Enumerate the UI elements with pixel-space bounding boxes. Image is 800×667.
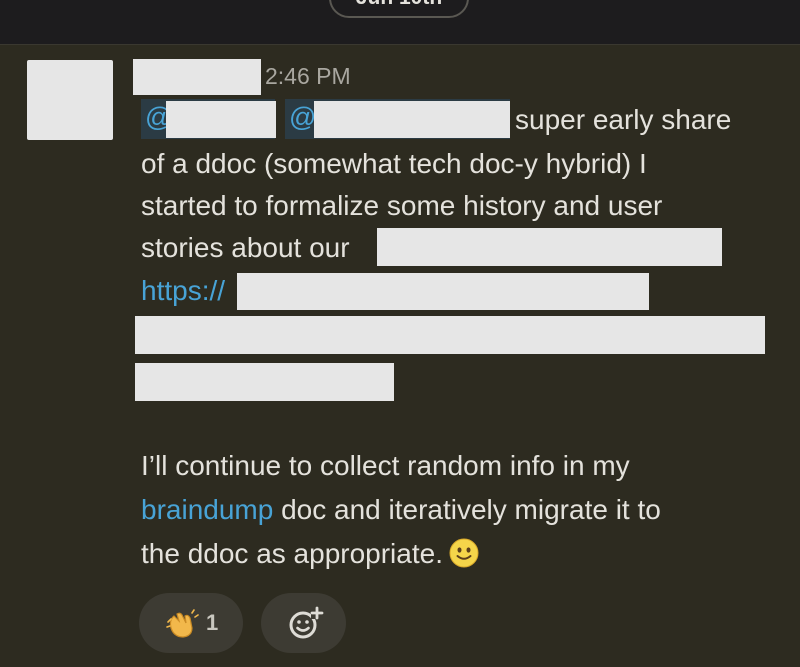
message-text-para2-line-3: the ddoc as appropriate.: [141, 534, 479, 574]
redacted-link-url-3: [135, 363, 394, 401]
message-link[interactable]: https://: [141, 271, 225, 311]
message-text-span: the ddoc as appropriate.: [141, 538, 443, 569]
sender-name-redacted[interactable]: [133, 59, 261, 95]
date-divider-pill[interactable]: Jun 10th: [329, 0, 469, 18]
reaction-clap-button[interactable]: [139, 593, 243, 653]
message-text-line-4: stories about our: [141, 232, 350, 263]
message-timestamp[interactable]: 2:46 PM: [265, 60, 351, 92]
message-text-para2-line-2: braindump doc and iteratively migrate it…: [141, 490, 661, 530]
mention-2-redacted: [314, 101, 510, 138]
add-reaction-icon: [289, 606, 324, 639]
redacted-link-url-2: [135, 316, 765, 354]
redacted-text-1: [377, 228, 722, 266]
slightly-smiling-face-icon: [449, 538, 479, 568]
mention-at-symbol: @: [289, 102, 317, 132]
message-text-line-3: started to formalize some history and us…: [141, 190, 663, 221]
message-text-para2-line-1: I’ll continue to collect random info in …: [141, 450, 630, 481]
mention-1-redacted: [166, 101, 276, 138]
avatar[interactable]: [27, 60, 113, 140]
redacted-link-url-1: [237, 273, 649, 310]
message-text-span: doc and iteratively migrate it to: [273, 494, 661, 525]
reaction-clap-count: 1: [206, 610, 219, 635]
message-text-line-1: super early share: [515, 104, 732, 135]
clapping-hands-icon: [166, 609, 199, 638]
braindump-link[interactable]: braindump: [141, 494, 273, 525]
add-reaction-button[interactable]: [261, 593, 346, 653]
message-text-line-2: of a ddoc (somewhat tech doc-y hybrid) I: [141, 148, 647, 179]
date-divider-label: Jun 10th: [356, 0, 442, 9]
